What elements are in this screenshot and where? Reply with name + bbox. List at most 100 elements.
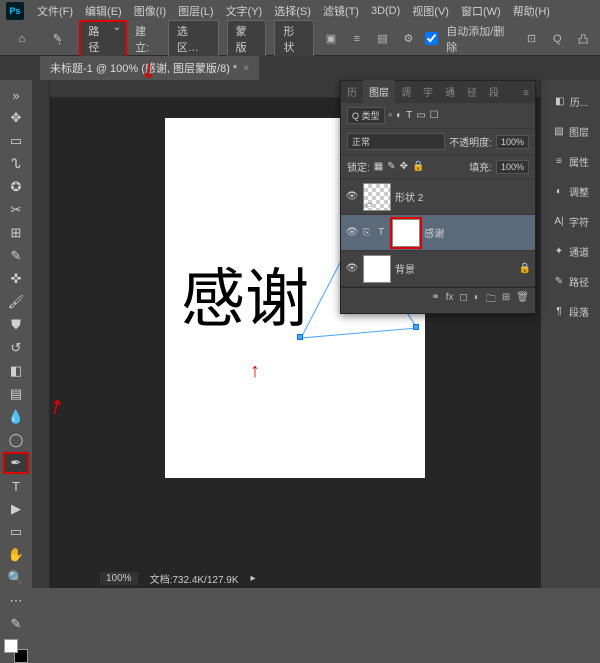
path-select-tool[interactable]: ▶ <box>3 498 29 520</box>
heal-tool[interactable]: ✜ <box>3 268 29 290</box>
menu-help[interactable]: 帮助(H) <box>508 1 555 21</box>
link-layers-icon[interactable]: ⚭ <box>431 292 439 309</box>
layer-filter-dropdown[interactable]: Q 类型 <box>347 107 385 124</box>
filter-smart-icon[interactable]: ☐ <box>430 110 439 121</box>
more-tools[interactable]: ⋯ <box>3 590 29 612</box>
layer-thumbnail[interactable] <box>363 255 391 283</box>
search-icon[interactable]: Q <box>548 30 566 48</box>
home-icon[interactable]: ⌂ <box>8 29 36 49</box>
layer-name[interactable]: 感谢 <box>424 225 444 240</box>
menu-3d[interactable]: 3D(D) <box>366 3 405 19</box>
layer-row[interactable]: 👁 背景 🔒 <box>341 251 535 287</box>
visibility-icon[interactable]: 👁 <box>345 227 359 238</box>
new-layer-icon[interactable]: ⊞ <box>502 292 510 309</box>
lasso-tool[interactable]: ᔐ <box>3 153 29 175</box>
blend-mode-dropdown[interactable]: 正常 <box>347 133 445 150</box>
layer-name[interactable]: 形状 2 <box>395 189 423 204</box>
panel-properties[interactable]: ≡属性 <box>541 146 600 176</box>
visibility-icon[interactable]: 👁 <box>345 263 359 274</box>
panel-tab-layers[interactable]: 图层 <box>363 80 395 103</box>
crop-tool[interactable]: ✂ <box>3 199 29 221</box>
close-icon[interactable]: × <box>243 63 249 74</box>
filter-shape-icon[interactable]: ▭ <box>416 110 425 121</box>
brush-tool[interactable]: 🖌 <box>3 291 29 313</box>
filter-img-icon[interactable]: ▫ <box>389 110 393 121</box>
edit-toolbar[interactable]: ✎ <box>3 613 29 635</box>
make-shape-button[interactable]: 形状 <box>274 20 314 58</box>
move-tool[interactable]: ✥ <box>3 107 29 129</box>
make-selection-button[interactable]: 选区… <box>168 20 219 58</box>
auto-add-checkbox[interactable] <box>425 32 438 45</box>
layer-mask-thumbnail[interactable] <box>392 219 420 247</box>
menu-image[interactable]: 图像(I) <box>129 1 171 21</box>
panel-tab-adjust[interactable]: 调 <box>395 80 417 103</box>
panel-tab-path[interactable]: 径 <box>461 80 483 103</box>
pen-tool[interactable]: ✒ <box>3 452 29 474</box>
menu-select[interactable]: 选择(S) <box>269 1 316 21</box>
eraser-tool[interactable]: ◧ <box>3 360 29 382</box>
layer-name[interactable]: 背景 <box>395 261 415 276</box>
panel-adjustments[interactable]: ◐调整 <box>541 176 600 206</box>
blur-tool[interactable]: 💧 <box>3 406 29 428</box>
filter-adj-icon[interactable]: ◐ <box>396 110 402 121</box>
gradient-tool[interactable]: ▤ <box>3 383 29 405</box>
menu-edit[interactable]: 编辑(E) <box>80 1 127 21</box>
tool-mode-dropdown[interactable]: 路径 <box>79 20 127 58</box>
type-tool[interactable]: T <box>3 475 29 497</box>
panel-history[interactable]: ◧历... <box>541 86 600 116</box>
document-tab[interactable]: 未标题-1 @ 100% (感谢, 图层蒙版/8) * × <box>40 56 259 80</box>
fill-input[interactable]: 100% <box>496 160 529 174</box>
layer-row[interactable]: 👁 ⎘ T 感谢 <box>341 215 535 251</box>
filter-type-icon[interactable]: T <box>406 110 412 121</box>
layer-thumbnail[interactable]: ▭ <box>363 183 391 211</box>
panel-tab-chan[interactable]: 通 <box>439 80 461 103</box>
history-brush-tool[interactable]: ↺ <box>3 337 29 359</box>
align-edges-icon[interactable]: ⊡ <box>523 30 541 48</box>
lock-all-icon[interactable]: 🔒 <box>412 161 424 172</box>
menu-file[interactable]: 文件(F) <box>32 1 78 21</box>
zoom-level[interactable]: 100% <box>100 572 138 585</box>
opacity-input[interactable]: 100% <box>496 135 529 149</box>
panel-tab-para[interactable]: 段 <box>483 80 505 103</box>
quick-select-tool[interactable]: ✪ <box>3 176 29 198</box>
panel-character[interactable]: A|字符 <box>541 206 600 236</box>
make-mask-button[interactable]: 蒙版 <box>227 20 267 58</box>
path-op-icon[interactable]: ▣ <box>322 30 340 48</box>
mask-icon[interactable]: ◻ <box>460 292 468 309</box>
align-icon[interactable]: ≡ <box>348 30 366 48</box>
gear-icon[interactable]: ⚙ <box>399 30 417 48</box>
path-node[interactable] <box>297 334 303 340</box>
share-icon[interactable]: 凸 <box>574 30 592 48</box>
panel-layers[interactable]: ▧图层 <box>541 116 600 146</box>
chevron-right-icon[interactable]: ▸ <box>251 573 256 584</box>
hand-tool[interactable]: ✋ <box>3 544 29 566</box>
panel-menu-icon[interactable]: ≡ <box>517 84 535 103</box>
marquee-tool[interactable]: ▭ <box>3 130 29 152</box>
dodge-tool[interactable]: ◯ <box>3 429 29 451</box>
link-icon[interactable]: ⎘ <box>363 227 370 238</box>
fg-color-swatch[interactable] <box>4 639 18 653</box>
fx-icon[interactable]: fx <box>446 292 454 309</box>
panel-paragraph[interactable]: ¶段落 <box>541 296 600 326</box>
stamp-tool[interactable]: ⛊ <box>3 314 29 336</box>
trash-icon[interactable]: 🗑 <box>516 292 529 309</box>
eyedropper-tool[interactable]: ✎ <box>3 245 29 267</box>
menu-type[interactable]: 文字(Y) <box>221 1 268 21</box>
panel-tab-char[interactable]: 字 <box>417 80 439 103</box>
lock-paint-icon[interactable]: ✎ <box>387 161 395 172</box>
panel-channels[interactable]: ✦通道 <box>541 236 600 266</box>
frame-tool[interactable]: ⊞ <box>3 222 29 244</box>
arrange-icon[interactable]: ▤ <box>374 30 392 48</box>
adjustment-icon[interactable]: ◐ <box>474 292 480 309</box>
zoom-tool[interactable]: 🔍 <box>3 567 29 589</box>
path-node[interactable] <box>413 324 419 330</box>
color-swatches[interactable] <box>4 639 28 663</box>
menu-view[interactable]: 视图(V) <box>407 1 454 21</box>
visibility-icon[interactable]: 👁 <box>345 191 359 202</box>
lock-trans-icon[interactable]: ▦ <box>374 161 383 172</box>
panel-paths[interactable]: ✎路径 <box>541 266 600 296</box>
group-icon[interactable]: 🗀 <box>486 292 496 309</box>
menu-layer[interactable]: 图层(L) <box>173 1 218 21</box>
menu-filter[interactable]: 滤镜(T) <box>318 1 364 21</box>
shape-tool[interactable]: ▭ <box>3 521 29 543</box>
